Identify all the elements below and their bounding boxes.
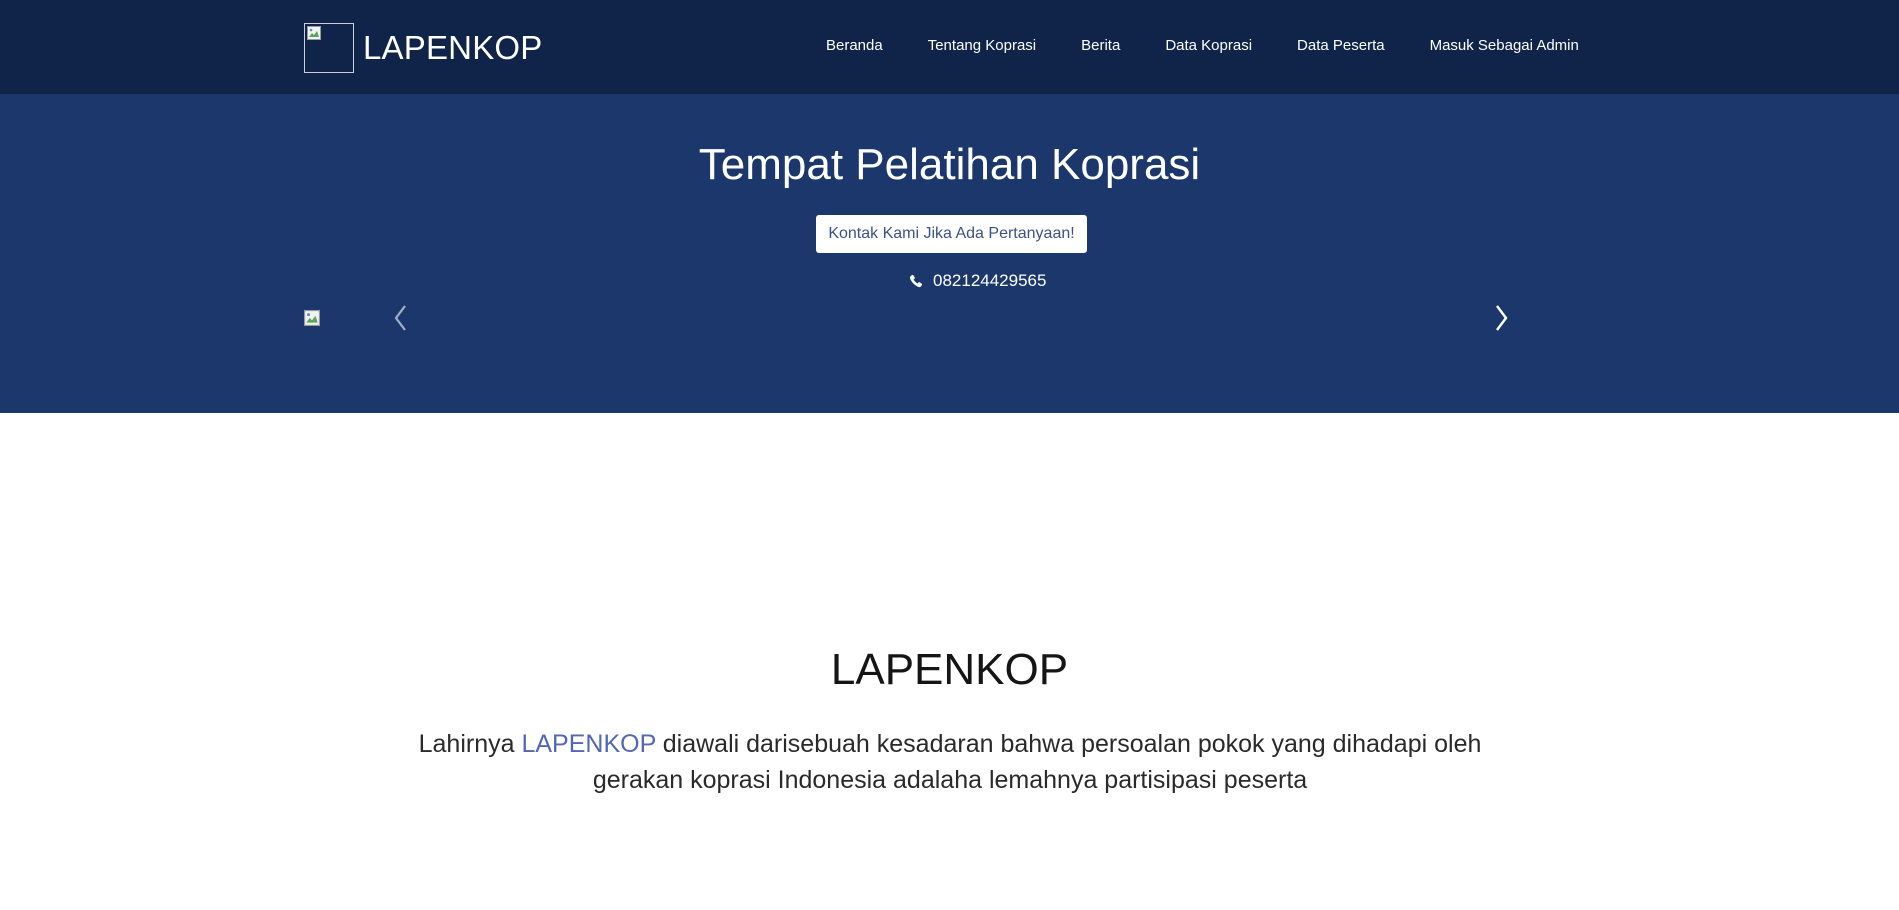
about-title: LAPENKOP	[830, 645, 1069, 694]
hero-title: Tempat Pelatihan Koprasi	[698, 140, 1201, 189]
phone-contact: 082124429565	[909, 271, 1046, 291]
about-text-start: Lahirnya	[418, 730, 522, 758]
phone-number: 082124429565	[933, 271, 1047, 290]
nav-link-beranda[interactable]: Beranda	[826, 37, 883, 54]
nav-link-admin-login[interactable]: Masuk Sebagai Admin	[1430, 37, 1579, 54]
about-description: Lahirnya LAPENKOP diawali darisebuah kes…	[400, 726, 1500, 798]
brand-name: LAPENKOP	[363, 29, 543, 66]
nav-link-data-peserta[interactable]: Data Peserta	[1297, 37, 1385, 54]
nav-link-tentang-koprasi[interactable]: Tentang Koprasi	[928, 37, 1036, 54]
nav-link-berita[interactable]: Berita	[1081, 37, 1120, 54]
brand-logo	[304, 23, 354, 73]
broken-image-icon	[307, 26, 321, 40]
chevron-left-icon[interactable]	[390, 302, 412, 334]
phone-icon	[909, 274, 923, 288]
broken-image-icon	[304, 310, 320, 326]
about-text-rest: diawali darisebuah kesadaran bahwa perso…	[592, 730, 1482, 794]
navbar: LAPENKOP Beranda Tentang Koprasi Berita …	[0, 0, 1899, 94]
brand-link[interactable]: LAPENKOP	[304, 23, 543, 73]
chevron-right-icon[interactable]	[1490, 302, 1512, 334]
about-highlight: LAPENKOP	[521, 730, 656, 758]
nav-menu: Beranda Tentang Koprasi Berita Data Kopr…	[826, 37, 1579, 54]
nav-link-data-koprasi[interactable]: Data Koprasi	[1165, 37, 1252, 54]
contact-button[interactable]: Kontak Kami Jika Ada Pertanyaan!	[816, 215, 1087, 253]
hero-carousel: Tempat Pelatihan Koprasi Kontak Kami Jik…	[0, 94, 1899, 413]
